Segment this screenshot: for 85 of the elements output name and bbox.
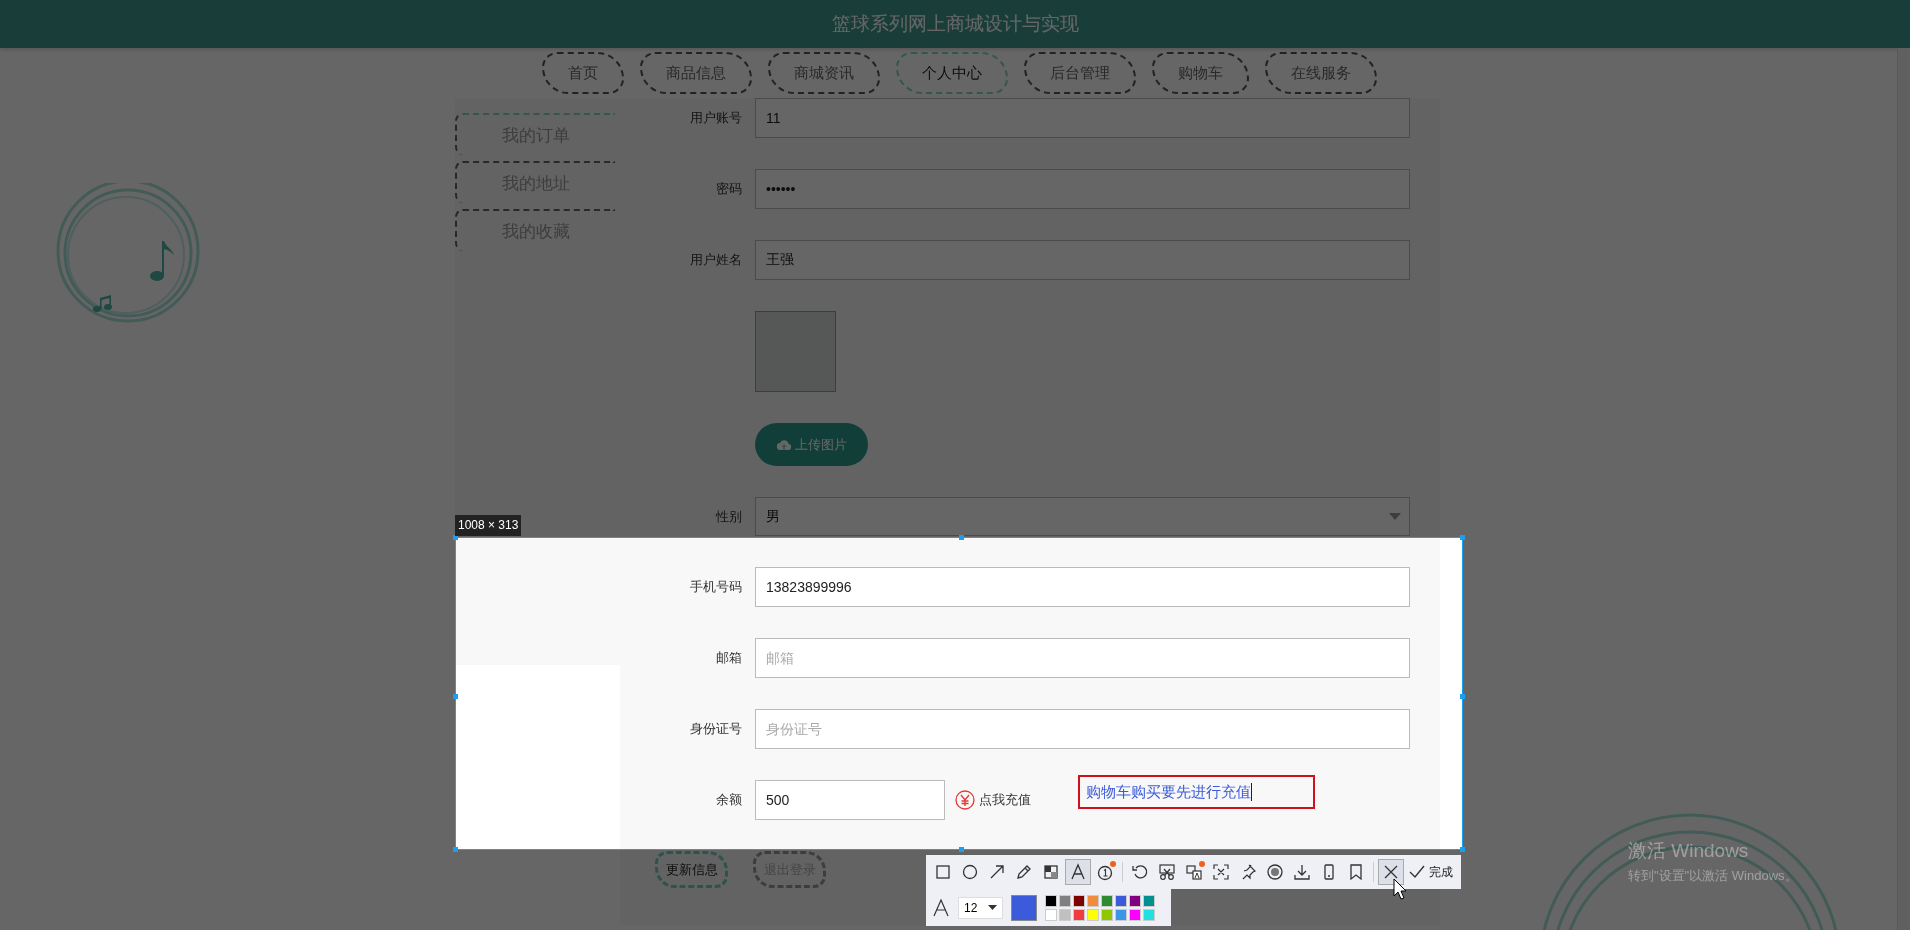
record-icon [1266,863,1284,881]
current-color-swatch[interactable] [1011,894,1037,921]
nav-tab[interactable]: 后台管理 [1023,52,1136,94]
nav-tab[interactable]: 购物车 [1151,52,1249,94]
field-label: 性别 [716,508,742,524]
select-value: 男 [766,507,780,526]
font-size-dropdown[interactable]: 12 [958,896,1003,919]
close-icon [1382,863,1400,881]
color-swatch[interactable] [1115,894,1127,907]
color-swatch[interactable] [1129,908,1141,921]
field-label: 用户账号 [690,110,742,125]
translate-icon [1185,863,1203,881]
numbered-circle-icon [1096,863,1114,881]
field-label: 余额 [716,792,742,807]
color-swatch[interactable] [1143,894,1155,907]
text-tool-button[interactable] [1065,859,1091,885]
resize-handle[interactable] [1460,847,1465,852]
close-tool-button[interactable] [1378,859,1404,885]
resize-handle[interactable] [959,535,964,540]
mosaic-icon [1042,863,1060,881]
field-label: 身份证号 [690,721,742,736]
color-swatch[interactable] [1143,908,1155,921]
check-icon [1409,865,1425,879]
resize-handle[interactable] [453,847,458,852]
yen-icon [955,790,975,810]
nav-tab[interactable]: 首页 [541,52,624,94]
done-button[interactable]: 完成 [1405,863,1457,881]
input-field[interactable]: 邮箱 [755,638,1410,678]
scrollbar[interactable] [1897,48,1910,930]
selection-size-label: 1008 × 313 [455,515,522,536]
color-swatch[interactable] [1087,894,1099,907]
input-field[interactable]: 13823899996 [755,567,1410,607]
download-icon [1293,863,1311,881]
letter-a-icon [1069,863,1087,881]
resize-handle[interactable] [1460,535,1465,540]
font-size-value: 12 [964,900,978,915]
input-field[interactable]: 500 [755,780,945,820]
circle-icon [961,863,979,881]
nav-tab[interactable]: 在线服务 [1264,52,1377,94]
scissors-icon [1158,863,1176,881]
color-swatch[interactable] [1045,908,1057,921]
field-label: 密码 [716,181,742,196]
select-field[interactable]: 男 [755,497,1410,536]
nav-tab[interactable]: 商城资讯 [767,52,880,94]
font-size-icon [932,898,950,917]
color-swatch[interactable] [1045,894,1057,907]
rectangle-icon [934,863,952,881]
color-swatch[interactable] [1101,908,1113,921]
scan-frame-icon [1212,863,1230,881]
nav-tab[interactable]: 商品信息 [639,52,752,94]
color-swatch[interactable] [1101,894,1113,907]
color-swatch[interactable] [1073,908,1085,921]
resize-handle[interactable] [453,693,458,699]
caret-icon [988,905,997,910]
site-title: 篮球系列网上商城设计与实现 [831,12,1079,36]
input-field[interactable]: 身份证号 [755,709,1410,749]
pencil-icon [1015,863,1033,881]
color-swatch[interactable] [1129,894,1141,907]
upload-button[interactable]: 上传图片 [755,423,868,466]
nav-tab[interactable]: 个人中心 [895,52,1008,94]
recharge-link[interactable]: 点我充值 [979,791,1031,809]
text-annotation[interactable]: 购物车购买要先进行充值 [1078,775,1315,809]
field-label: 手机号码 [690,579,742,594]
cloud-upload-icon [776,439,791,450]
bookmark-icon [1347,863,1365,881]
caret-icon [1389,513,1401,520]
color-swatch[interactable] [1059,908,1071,921]
text-cursor [1251,783,1252,801]
activation-title: 激活 Windows [1628,839,1750,863]
resize-handle[interactable] [1460,693,1465,699]
mouse-cursor-icon [1393,878,1407,900]
color-swatch[interactable] [1115,908,1127,921]
arrow-icon [988,863,1006,881]
input-field[interactable]: •••••• [755,169,1410,209]
resize-handle[interactable] [959,847,964,852]
update-button[interactable]: 更新信息 [655,851,728,888]
color-swatch[interactable] [1073,894,1085,907]
undo-icon [1131,863,1149,881]
input-field[interactable]: 王强 [755,240,1410,280]
color-swatch[interactable] [1059,894,1071,907]
color-swatch[interactable] [1087,908,1099,921]
input-field[interactable]: 11 [755,98,1410,138]
annotation-text: 购物车购买要先进行充值 [1086,782,1251,802]
field-label: 用户姓名 [690,252,742,267]
field-label: 邮箱 [716,650,742,665]
